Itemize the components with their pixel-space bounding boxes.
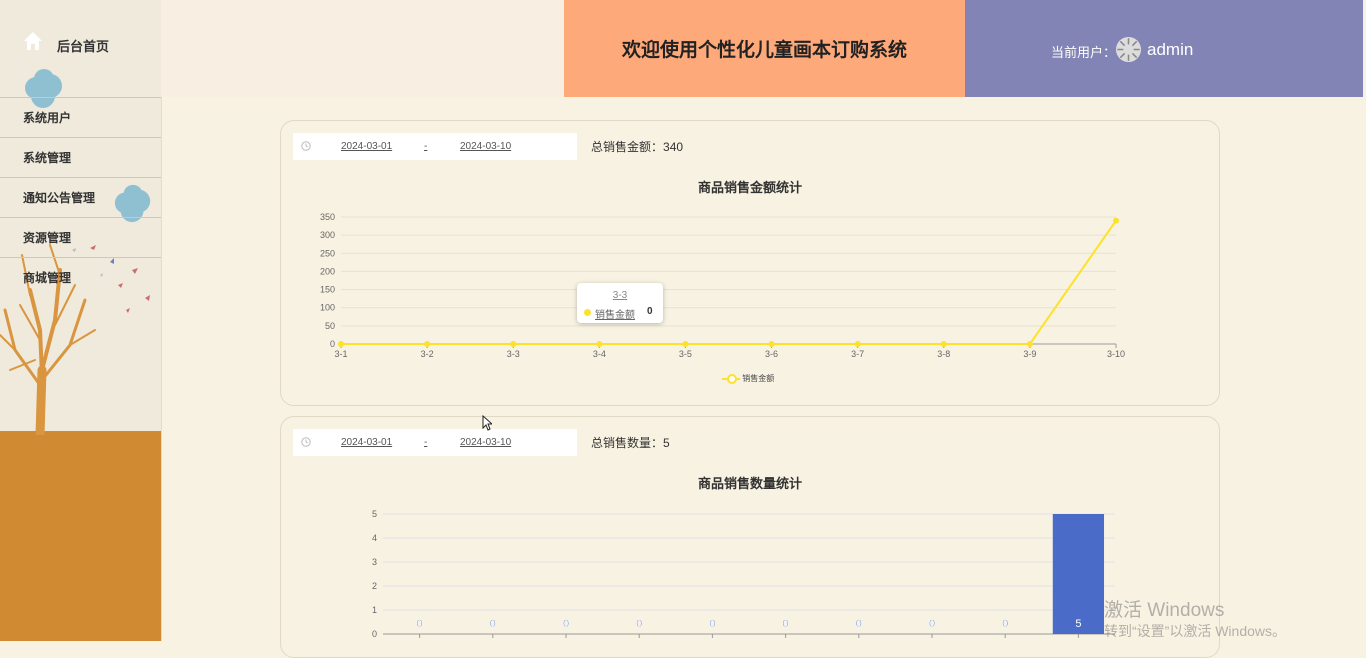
y-tick-label: 300	[320, 230, 335, 240]
y-tick-label: 2	[372, 581, 377, 591]
x-tick-label: 3-1	[334, 349, 347, 359]
sidebar: 后台首页 系统用户 系统管理 通知公告管理 资源管理 商城管理	[0, 0, 162, 641]
data-point	[1026, 341, 1033, 347]
windows-activation-watermark: 激活 Windows	[1104, 600, 1225, 621]
mouse-cursor-icon	[482, 415, 492, 431]
y-tick-label: 3	[372, 557, 377, 567]
data-point	[854, 341, 861, 347]
sidebar-menu: 系统用户 系统管理 通知公告管理 资源管理 商城管理	[0, 97, 161, 297]
x-tick-label: 3-8	[937, 349, 950, 359]
page-title: 欢迎使用个性化儿童画本订购系统	[621, 39, 907, 61]
tooltip-category: 3-3	[612, 290, 628, 301]
x-tick-label: 3-2	[421, 349, 434, 359]
sales-quantity-card: 2024-03-01 - 2024-03-10 总销售数量：5 商品销售数量统计…	[280, 416, 1220, 658]
y-tick-label: 100	[320, 303, 335, 313]
x-tick-label: 3-6	[765, 349, 778, 359]
bar-chart[interactable]: 0 1 2 3 4 5 0 0 0 0 0 0 0 0 0 5	[281, 417, 1219, 657]
data-point	[768, 341, 775, 347]
sidebar-item-notice-management[interactable]: 通知公告管理	[0, 177, 161, 217]
header-user-panel: 当前用户： admin	[965, 0, 1363, 97]
bar-data-label: 5	[1075, 618, 1081, 630]
data-point	[424, 341, 431, 347]
header-left-panel	[161, 0, 564, 97]
bar-data-label: 0	[856, 618, 862, 630]
bar	[1052, 514, 1105, 634]
bar-data-label: 0	[563, 618, 569, 630]
x-tick-label: 3-3	[507, 349, 520, 359]
chart-legend[interactable]: 销售金额	[722, 373, 774, 384]
data-point	[1113, 217, 1119, 224]
avatar-icon[interactable]	[1115, 36, 1142, 63]
y-tick-label: 4	[372, 533, 377, 543]
tooltip-series-name: 销售金额	[595, 310, 635, 321]
username[interactable]: admin	[1147, 40, 1193, 60]
bar-data-label: 0	[636, 618, 642, 630]
data-point	[338, 341, 344, 347]
bar-data-label: 0	[929, 618, 935, 630]
sales-amount-card: 2024-03-01 - 2024-03-10 总销售金额：340 商品销售金额…	[280, 120, 1220, 406]
sidebar-item-resource-management[interactable]: 资源管理	[0, 217, 161, 257]
home-label: 后台首页	[57, 39, 110, 54]
sidebar-item-system-management[interactable]: 系统管理	[0, 137, 161, 177]
y-tick-label: 0	[330, 339, 335, 349]
data-point	[596, 341, 603, 347]
y-tick-label: 250	[320, 248, 335, 258]
y-tick-label: 0	[372, 629, 377, 639]
sidebar-ground-decoration	[0, 431, 161, 641]
x-tick-label: 3-5	[679, 349, 692, 359]
bar-data-label: 0	[709, 618, 715, 630]
line-chart[interactable]: 0 50 100 150 200 250 300 350 3-1 3-2 3-3 3-4 3-5 3-6 3…	[281, 121, 1219, 405]
y-tick-label: 150	[320, 285, 335, 295]
bar-data-label: 0	[490, 618, 496, 630]
sidebar-item-system-users[interactable]: 系统用户	[0, 97, 161, 137]
y-tick-label: 350	[320, 212, 335, 222]
x-tick-label: 3-10	[1107, 349, 1125, 359]
header-title-panel: 欢迎使用个性化儿童画本订购系统	[564, 0, 965, 97]
y-tick-label: 50	[325, 321, 335, 331]
x-tick-label: 3-7	[851, 349, 864, 359]
current-user-label: 当前用户：	[1051, 45, 1117, 60]
y-tick-label: 5	[372, 509, 377, 519]
sidebar-item-mall-management[interactable]: 商城管理	[0, 257, 161, 297]
data-point	[682, 341, 689, 347]
bar-data-label: 0	[1002, 618, 1008, 630]
y-tick-label: 1	[372, 605, 377, 615]
bar-data-label: 0	[417, 618, 423, 630]
legend-label: 销售金额	[742, 374, 775, 383]
chart-tooltip: 3-3 销售金额 0	[577, 283, 663, 323]
home-icon	[24, 32, 42, 50]
tooltip-series-dot	[584, 309, 591, 316]
legend-line-icon	[722, 373, 740, 384]
y-tick-label: 200	[320, 266, 335, 276]
x-tick-label: 3-9	[1023, 349, 1036, 359]
tooltip-value: 0	[647, 306, 653, 317]
data-point	[510, 341, 517, 347]
windows-activation-hint: 转到“设置”以激活 Windows。	[1104, 623, 1287, 639]
x-tick-label: 3-4	[593, 349, 606, 359]
bar-data-label: 0	[783, 618, 789, 630]
data-point	[940, 341, 947, 347]
